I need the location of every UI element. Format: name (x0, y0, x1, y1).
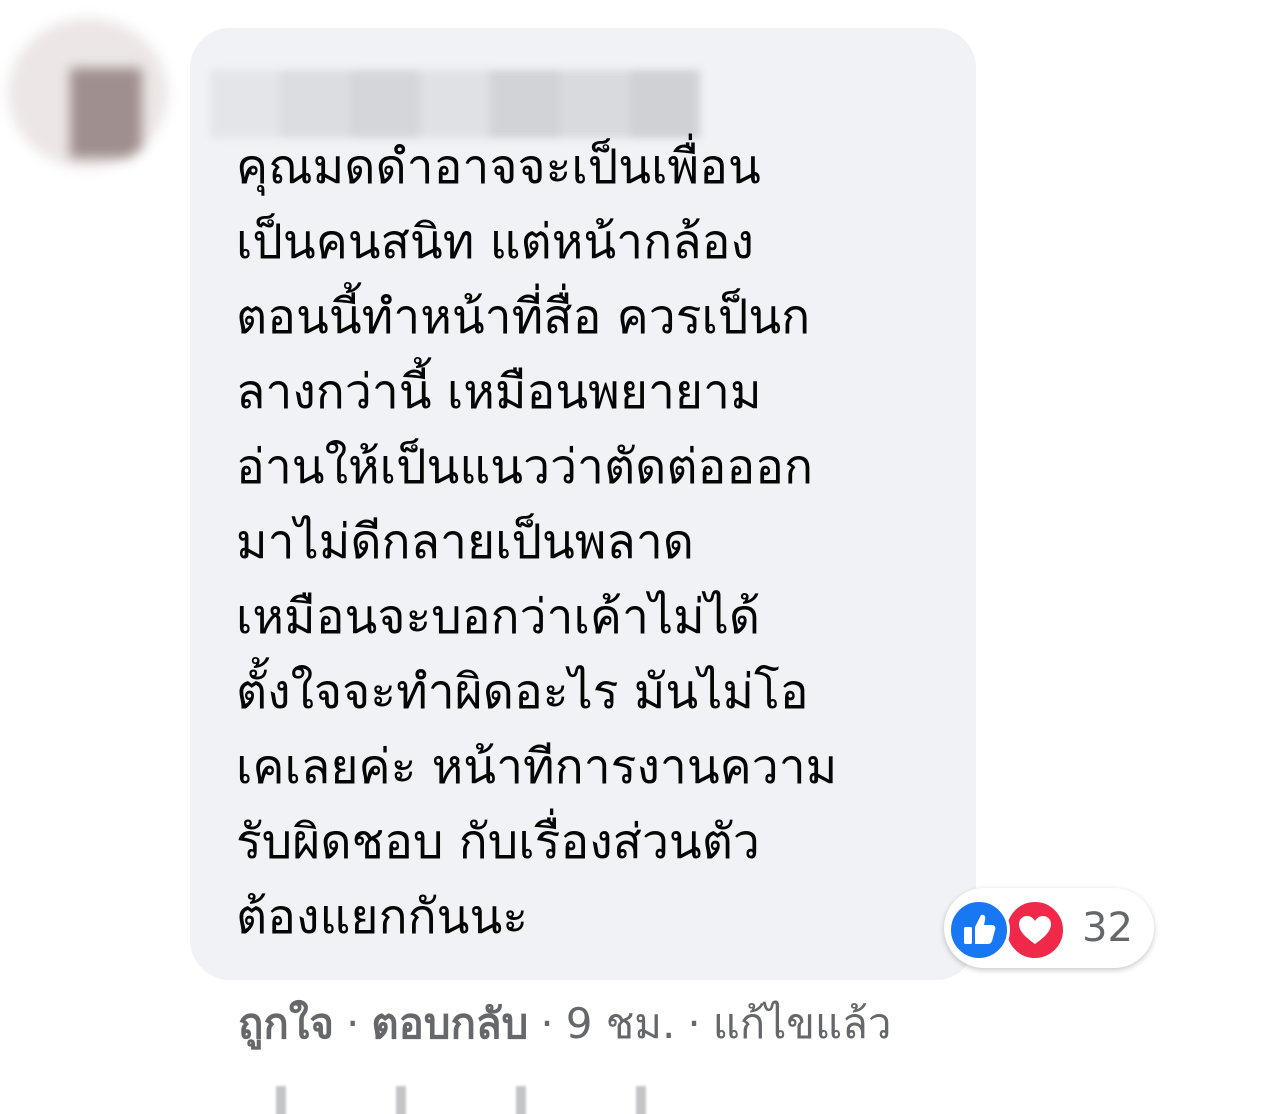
separator-dot: · (540, 999, 554, 1048)
comment-line: ตั้งใจจะทำผิดอะไร มันไม่โอ (236, 664, 809, 720)
reactions-summary[interactable]: 32 (944, 888, 1154, 968)
reaction-count: 32 (1082, 905, 1133, 951)
reply-button[interactable]: ตอบกลับ (371, 999, 528, 1048)
comment-line: รับผิดชอบ กับเรื่องส่วนตัว (236, 814, 760, 870)
comment-line: มาไม่ดีกลายเป็นพลาด (236, 514, 694, 570)
comment-line: ลางกว่านี้ เหมือนพยายาม (236, 364, 762, 420)
comment-line: คุณมดดำอาจจะเป็นเพื่อน (236, 139, 761, 195)
like-button[interactable]: ถูกใจ (238, 999, 334, 1048)
like-icon (948, 899, 1010, 961)
separator-dot: · (345, 999, 360, 1048)
comment-line: ต้องแยกกันนะ (236, 889, 529, 945)
timestamp[interactable]: 9 ชม. (566, 999, 676, 1048)
avatar-image-blurred (70, 68, 142, 158)
love-icon (1004, 899, 1066, 961)
comment-line: ตอนนี้ทำหน้าที่สื่อ ควรเป็นก (236, 289, 811, 345)
comment-line: อ่านให้เป็นแนวว่าตัดต่อออก (236, 439, 814, 495)
separator-dot: · (687, 999, 701, 1048)
comment-line: เหมือนจะบอกว่าเค้าไม่ได้ (236, 589, 761, 645)
author-name-blurred[interactable] (210, 70, 700, 138)
edited-label[interactable]: แก้ไขแล้ว (713, 999, 892, 1048)
comment-screenshot: คุณมดดำอาจจะเป็นเพื่อน เป็นคนสนิท แต่หน้… (0, 0, 1280, 1114)
comment-line: เป็นคนสนิท แต่หน้ากล้อง (236, 214, 754, 270)
next-comment-cutoff (240, 1086, 700, 1114)
comment-line: เคเลยค่ะ หน้าทีการงานความ (236, 739, 838, 795)
comment-actions: ถูกใจ · ตอบกลับ · 9 ชม. · แก้ไขแล้ว (238, 996, 891, 1052)
avatar[interactable] (8, 18, 168, 168)
comment-text: คุณมดดำอาจจะเป็นเพื่อน เป็นคนสนิท แต่หน้… (236, 130, 956, 955)
